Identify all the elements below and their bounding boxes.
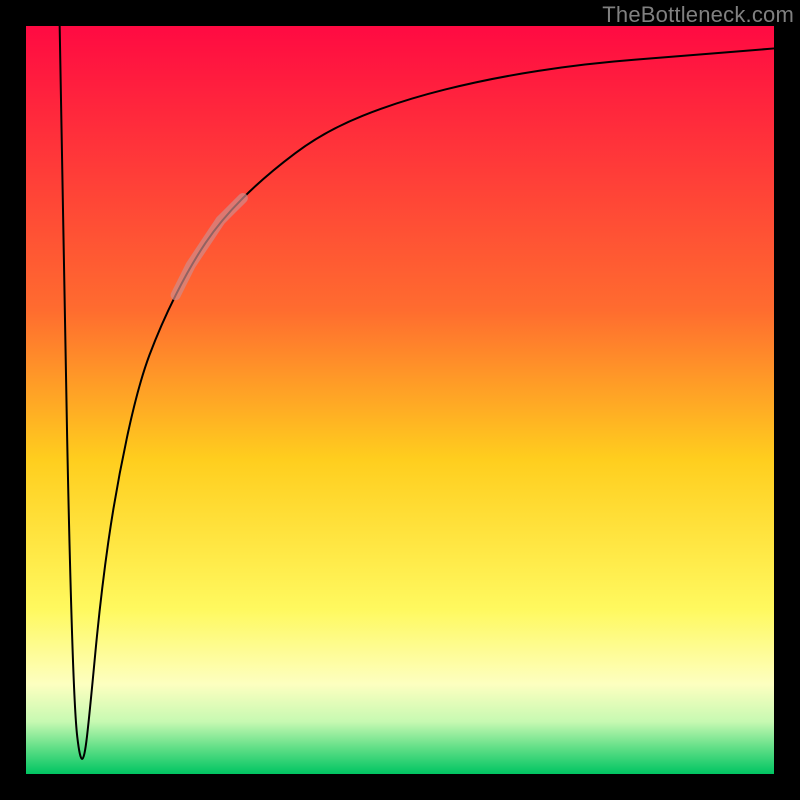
chart-stage: TheBottleneck.com	[0, 0, 800, 800]
watermark-text: TheBottleneck.com	[602, 2, 794, 28]
chart-svg	[0, 0, 800, 800]
plot-bg	[26, 26, 774, 774]
